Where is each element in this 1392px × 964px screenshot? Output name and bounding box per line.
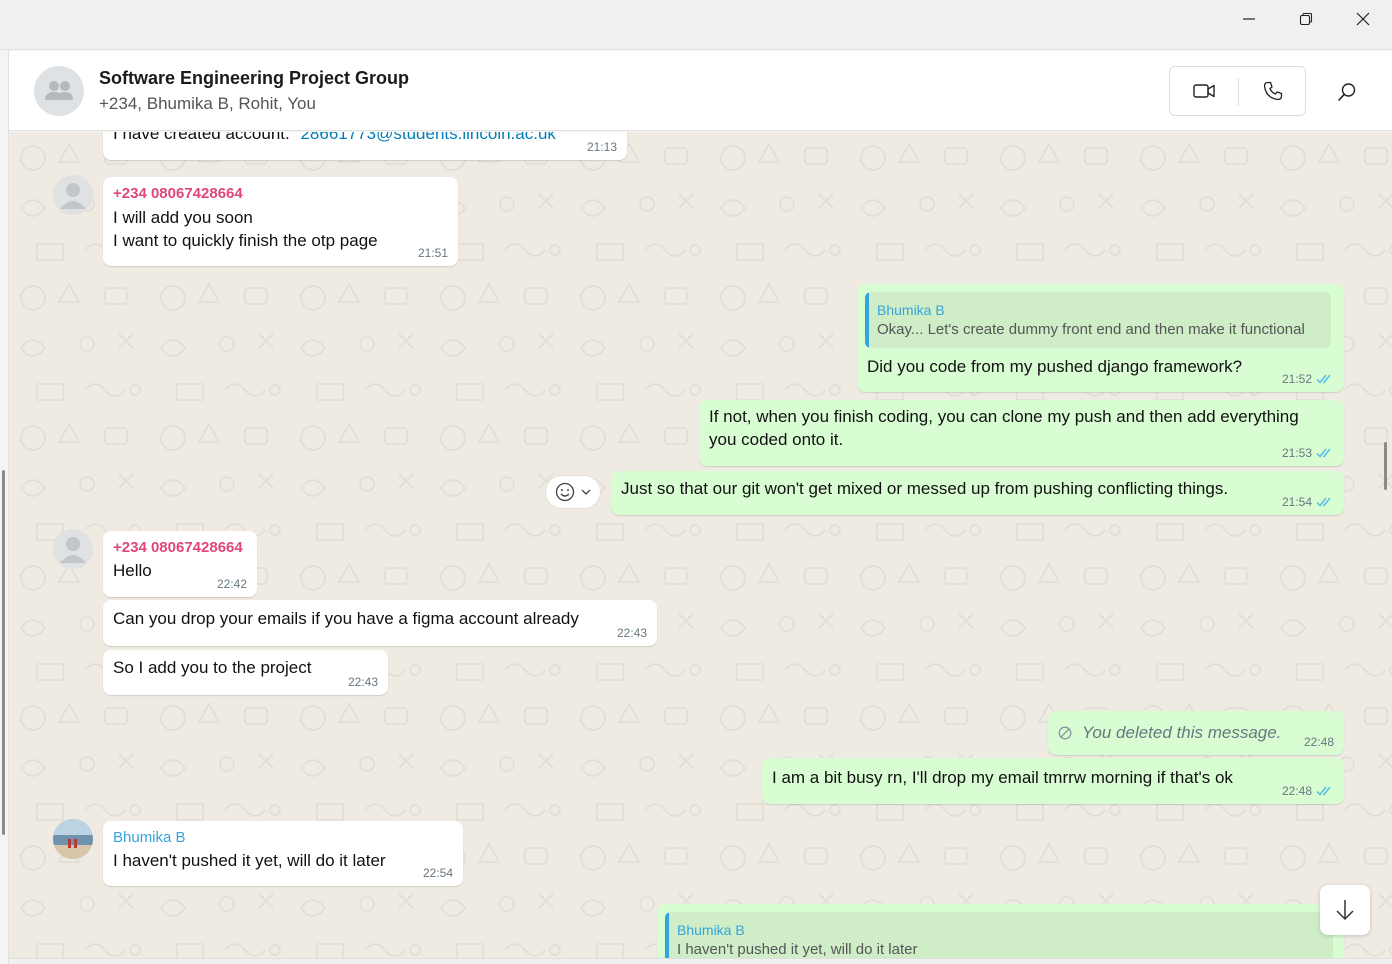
sender-avatar[interactable] xyxy=(53,175,93,215)
minimize-button[interactable] xyxy=(1221,0,1277,38)
message-time: 22:54 xyxy=(422,866,453,880)
default-user-icon xyxy=(60,183,86,209)
message-time: 21:53 xyxy=(1281,446,1312,460)
scroll-to-bottom-button[interactable] xyxy=(1320,885,1370,935)
group-people-icon xyxy=(45,81,73,100)
message-text: I am a bit busy rn, I'll drop my email t… xyxy=(772,768,1233,787)
quoted-text: Okay... Let's create dummy front end and… xyxy=(877,321,1305,338)
composer-edge xyxy=(9,958,1392,964)
message-text: Can you drop your emails if you have a f… xyxy=(113,609,579,628)
phone-icon xyxy=(1263,81,1283,101)
close-icon xyxy=(1356,12,1370,26)
message-time: 22:43 xyxy=(347,675,378,689)
chat-header: Software Engineering Project Group +234,… xyxy=(9,51,1392,131)
quoted-message[interactable]: Bhumika B I haven't pushed it yet, will … xyxy=(665,912,1333,958)
message-incoming[interactable]: +234 08067428664 I will add you soon I w… xyxy=(103,177,458,266)
search-icon xyxy=(1338,83,1356,101)
message-time: 22:42 xyxy=(216,577,247,591)
close-window-button[interactable] xyxy=(1335,0,1391,38)
window-title-bar xyxy=(0,0,1392,50)
message-incoming[interactable]: +234 08067428664 Hello 22:42 xyxy=(103,531,257,597)
message-time: 21:52 xyxy=(1281,372,1312,386)
video-call-button[interactable] xyxy=(1170,67,1238,115)
beach-photo-icon xyxy=(53,819,93,859)
message-outgoing[interactable]: Bhumika B Okay... Let's create dummy fro… xyxy=(857,284,1344,392)
chat-participants[interactable]: +234, Bhumika B, Rohit, You xyxy=(99,94,316,114)
chat-scrollbar-thumb[interactable] xyxy=(1384,442,1387,490)
message-incoming[interactable]: Bhumika B I haven't pushed it yet, will … xyxy=(103,821,463,886)
left-panel-edge xyxy=(0,50,9,964)
voice-call-button[interactable] xyxy=(1239,67,1307,115)
read-ticks-icon xyxy=(1316,496,1334,508)
search-chat-button[interactable] xyxy=(1327,76,1367,108)
deleted-message-icon xyxy=(1058,726,1072,739)
read-ticks-icon xyxy=(1316,447,1334,459)
sender-name[interactable]: Bhumika B xyxy=(113,828,186,848)
restore-icon xyxy=(1299,12,1313,26)
message-outgoing[interactable]: If not, when you finish coding, you can … xyxy=(699,400,1344,466)
sender-name[interactable]: +234 08067428664 xyxy=(113,184,243,204)
call-buttons-group xyxy=(1169,66,1306,116)
default-user-icon xyxy=(60,537,86,563)
emoji-icon xyxy=(555,482,575,502)
message-text: I will add you soon I want to quickly fi… xyxy=(113,208,378,250)
minimize-icon xyxy=(1243,18,1255,20)
message-text: Hello xyxy=(113,561,152,580)
message-incoming[interactable]: So I add you to the project 22:43 xyxy=(103,650,388,695)
message-outgoing-deleted[interactable]: You deleted this message. 22:48 xyxy=(1048,711,1344,755)
message-time: 21:13 xyxy=(586,140,617,154)
restore-button[interactable] xyxy=(1278,0,1334,38)
email-link[interactable]: 28661773@students.lincoln.ac.uk xyxy=(300,132,555,143)
chat-title[interactable]: Software Engineering Project Group xyxy=(99,68,409,89)
message-time: 22:48 xyxy=(1303,735,1334,749)
chat-messages-area[interactable]: I have created account. 28661773@student… xyxy=(9,132,1392,958)
message-outgoing[interactable]: Bhumika B I haven't pushed it yet, will … xyxy=(657,904,1344,958)
message-text: I haven't pushed it yet, will do it late… xyxy=(113,851,386,870)
message-time: 21:51 xyxy=(417,246,448,260)
message-time: 22:48 xyxy=(1281,784,1312,798)
message-text: I have created account. xyxy=(113,132,290,143)
message-text: So I add you to the project xyxy=(113,658,312,677)
read-ticks-icon xyxy=(1316,373,1334,385)
sender-avatar[interactable] xyxy=(53,529,93,569)
sender-name[interactable]: +234 08067428664 xyxy=(113,538,243,558)
chevron-down-icon xyxy=(581,489,591,495)
left-scrollbar-thumb[interactable] xyxy=(2,470,5,835)
message-time: 22:43 xyxy=(616,626,647,640)
group-avatar[interactable] xyxy=(34,66,84,116)
quoted-message[interactable]: Bhumika B Okay... Let's create dummy fro… xyxy=(865,292,1331,348)
message-text: You deleted this message. xyxy=(1082,723,1282,742)
message-text: If not, when you finish coding, you can … xyxy=(709,407,1299,449)
message-outgoing[interactable]: I am a bit busy rn, I'll drop my email t… xyxy=(762,758,1344,804)
message-outgoing[interactable]: Just so that our git won't get mixed or … xyxy=(611,471,1344,515)
arrow-down-icon xyxy=(1336,900,1354,921)
message-incoming[interactable]: Can you drop your emails if you have a f… xyxy=(103,600,657,646)
message-time: 21:54 xyxy=(1281,495,1312,509)
reaction-button[interactable] xyxy=(545,475,601,509)
message-incoming[interactable]: I have created account. 28661773@student… xyxy=(103,132,627,160)
message-text: Just so that our git won't get mixed or … xyxy=(621,479,1229,498)
sender-avatar-photo[interactable] xyxy=(53,819,93,859)
video-camera-icon xyxy=(1193,84,1215,98)
quoted-text: I haven't pushed it yet, will do it late… xyxy=(677,941,918,958)
read-ticks-icon xyxy=(1316,785,1334,797)
message-text: Did you code from my pushed django frame… xyxy=(867,357,1243,376)
